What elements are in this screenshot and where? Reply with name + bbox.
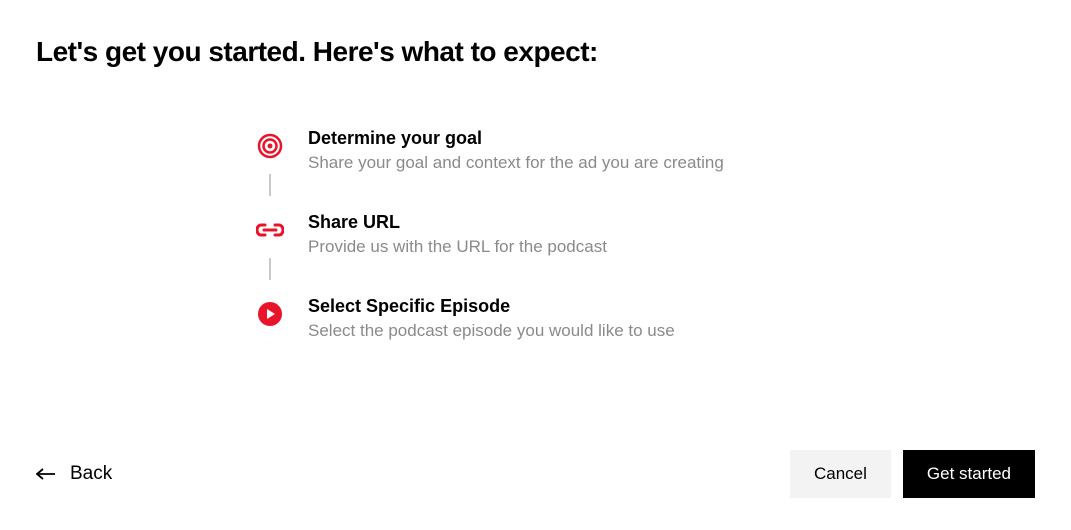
back-button[interactable]: Back [36, 463, 112, 485]
step-connector [269, 174, 271, 196]
step-item: Select Specific Episode Select the podca… [256, 294, 956, 341]
target-icon [256, 132, 284, 160]
step-connector [269, 258, 271, 280]
back-label: Back [70, 463, 112, 485]
footer: Back Cancel Get started [36, 450, 1035, 530]
step-title: Select Specific Episode [308, 296, 675, 317]
page-heading: Let's get you started. Here's what to ex… [36, 36, 1035, 68]
play-icon [256, 300, 284, 328]
step-description: Provide us with the URL for the podcast [308, 237, 607, 257]
arrow-left-icon [36, 464, 56, 484]
step-item: Determine your goal Share your goal and … [256, 126, 956, 210]
get-started-button[interactable]: Get started [903, 450, 1035, 498]
link-icon [256, 216, 284, 244]
step-title: Share URL [308, 212, 607, 233]
step-title: Determine your goal [308, 128, 724, 149]
step-description: Share your goal and context for the ad y… [308, 153, 724, 173]
cancel-button[interactable]: Cancel [790, 450, 891, 498]
steps-list: Determine your goal Share your goal and … [256, 126, 956, 341]
step-description: Select the podcast episode you would lik… [308, 321, 675, 341]
step-item: Share URL Provide us with the URL for th… [256, 210, 956, 294]
